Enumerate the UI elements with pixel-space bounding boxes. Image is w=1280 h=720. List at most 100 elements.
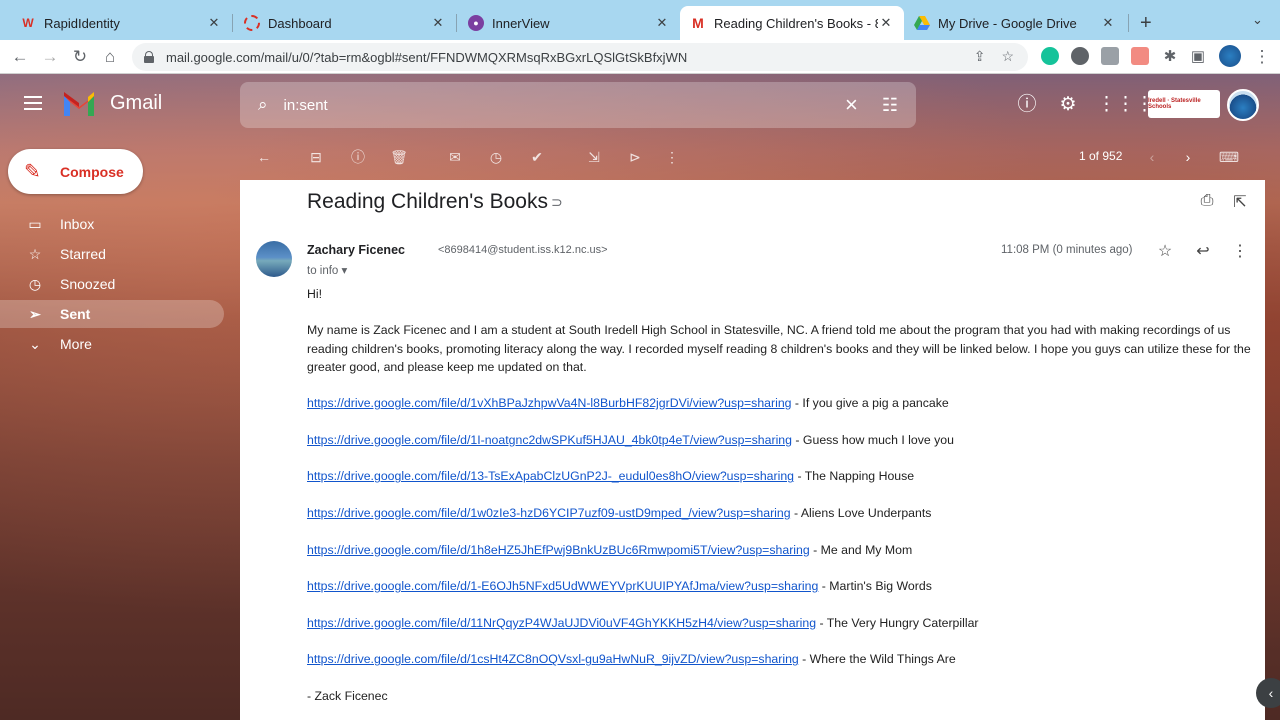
archive-icon[interactable]: ⊟ <box>307 148 325 166</box>
send-icon: ➢ <box>29 305 41 322</box>
mail-search-bar[interactable]: ⌕ in:sent × ☷ <box>240 82 916 128</box>
list-item: https://drive.google.com/file/d/11NrQqyz… <box>307 615 979 630</box>
list-item: https://drive.google.com/file/d/1csHt4ZC… <box>307 652 956 667</box>
extension-icon[interactable] <box>1101 47 1119 65</box>
sidebar-item-starred[interactable]: ☆ Starred <box>0 240 224 268</box>
star-icon: ☆ <box>28 245 42 262</box>
drive-link[interactable]: https://drive.google.com/file/d/1I-noatg… <box>307 433 792 447</box>
importance-marker-icon[interactable]: ⊃ <box>551 194 563 211</box>
intro-paragraph: My name is Zack Ficenec and I am a stude… <box>307 323 1251 374</box>
apps-grid-icon[interactable]: ⋮⋮⋮ <box>1097 93 1154 117</box>
gear-icon[interactable]: ⚙ <box>1056 93 1080 117</box>
recipients-toggle[interactable]: to info ▾ <box>307 263 347 277</box>
signature-text: - Zack Ficenec <box>307 688 388 703</box>
profile-avatar[interactable] <box>1219 45 1241 67</box>
clock-icon: ◷ <box>28 275 42 292</box>
close-tab-icon[interactable]: ✕ <box>1100 15 1116 31</box>
chevron-down-icon: ⌄ <box>29 335 41 352</box>
lock-icon <box>144 51 154 63</box>
tab-reading-childrens-books[interactable]: M Reading Children's Books - 86 ✕ <box>680 6 904 40</box>
gmail-logo[interactable]: Gmail <box>62 90 162 116</box>
newer-chevron-icon[interactable]: ‹ <box>1143 148 1161 166</box>
back-button[interactable]: ← <box>8 45 32 69</box>
older-chevron-icon[interactable]: › <box>1179 148 1197 166</box>
message-body: Hi! My name is Zack Ficenec and I am a s… <box>307 285 1252 705</box>
search-icon[interactable]: ⌕ <box>258 95 268 115</box>
close-tab-icon[interactable]: ✕ <box>878 15 894 31</box>
more-vertical-icon[interactable]: ⋮ <box>1230 241 1250 261</box>
inbox-icon: ▭ <box>28 215 42 232</box>
clear-search-icon[interactable]: × <box>845 92 858 118</box>
bookmark-star-icon[interactable]: ☆ <box>1001 48 1014 65</box>
back-arrow-icon[interactable]: ← <box>255 148 273 166</box>
snooze-icon[interactable]: ◷ <box>487 148 505 166</box>
message-subject: Reading Children's Books <box>307 190 548 213</box>
reload-button[interactable]: ↻ <box>68 45 92 69</box>
forward-button[interactable]: → <box>38 45 62 69</box>
share-icon[interactable]: ⇪ <box>974 48 986 65</box>
browser-toolbar: ← → ↻ ⌂ mail.google.com/mail/u/0/?tab=rm… <box>0 40 1280 74</box>
tab-rapididentity[interactable]: W RapidIdentity ✕ <box>10 6 232 40</box>
tab-innerview[interactable]: ● InnerView ✕ <box>458 6 680 40</box>
drive-link[interactable]: https://drive.google.com/file/d/1h8eHZ5J… <box>307 543 810 557</box>
reply-icon[interactable]: ↩ <box>1193 241 1213 261</box>
message-timestamp: 11:08 PM (0 minutes ago) <box>1001 244 1133 256</box>
extension-icon[interactable] <box>1131 47 1149 65</box>
gmail-m-icon <box>64 92 94 116</box>
sender-avatar <box>256 241 292 277</box>
search-options-icon[interactable]: ☷ <box>882 95 898 116</box>
address-bar[interactable]: mail.google.com/mail/u/0/?tab=rm&ogbl#se… <box>132 43 1028 71</box>
chevron-down-icon: ▾ <box>341 265 348 277</box>
sidebar-item-inbox[interactable]: ▭ Inbox <box>0 210 224 238</box>
message-panel: Reading Children's Books ⊃ ⎙ ⇱ Zachary F… <box>240 180 1265 720</box>
tab-dashboard[interactable]: Dashboard ✕ <box>234 6 456 40</box>
keyboard-icon[interactable]: ⌨ <box>1216 148 1242 166</box>
search-input[interactable]: in:sent <box>284 97 845 114</box>
list-item: https://drive.google.com/file/d/13-TsExA… <box>307 469 915 484</box>
extensions-puzzle-icon[interactable]: ✱ <box>1158 45 1182 69</box>
star-icon[interactable]: ☆ <box>1155 241 1175 261</box>
tab-search-icon[interactable]: ⌄ <box>1252 12 1263 28</box>
label-icon[interactable]: ⊳ <box>626 148 644 166</box>
account-avatar[interactable] <box>1227 89 1259 121</box>
print-icon[interactable]: ⎙ <box>1197 192 1217 212</box>
sidebar-item-more[interactable]: ⌄ More <box>0 330 224 358</box>
gmail-icon: M <box>692 15 704 31</box>
drive-link[interactable]: https://drive.google.com/file/d/1-E6OJh5… <box>307 579 818 593</box>
pencil-icon: ✎ <box>24 161 41 183</box>
home-button[interactable]: ⌂ <box>98 45 122 69</box>
close-tab-icon[interactable]: ✕ <box>206 15 222 31</box>
sidebar-item-sent[interactable]: ➢ Sent <box>0 300 224 328</box>
open-new-window-icon[interactable]: ⇱ <box>1230 192 1250 212</box>
main-menu-icon[interactable] <box>24 96 42 114</box>
list-item: https://drive.google.com/file/d/1h8eHZ5J… <box>307 542 913 557</box>
tab-google-drive[interactable]: My Drive - Google Drive ✕ <box>904 6 1126 40</box>
new-tab-button[interactable]: + <box>1140 12 1152 35</box>
rapididentity-icon: W <box>22 16 34 30</box>
drive-link[interactable]: https://drive.google.com/file/d/1w0zIe3-… <box>307 506 791 520</box>
close-tab-icon[interactable]: ✕ <box>654 15 670 31</box>
organization-logo[interactable]: Iredell · Statesville Schools <box>1148 90 1220 118</box>
drive-link[interactable]: https://drive.google.com/file/d/11NrQqyz… <box>307 616 816 630</box>
drive-link[interactable]: https://drive.google.com/file/d/13-TsExA… <box>307 469 794 483</box>
close-tab-icon[interactable]: ✕ <box>430 15 446 31</box>
extension-icon[interactable] <box>1071 47 1089 65</box>
drive-link[interactable]: https://drive.google.com/file/d/1vXhBPaJ… <box>307 396 792 410</box>
add-task-icon[interactable]: ✔ <box>528 148 546 166</box>
list-item: https://drive.google.com/file/d/1I-noatg… <box>307 432 954 447</box>
mark-unread-icon[interactable]: ✉ <box>446 148 464 166</box>
innerview-icon: ● <box>468 15 484 31</box>
sidebar-item-snoozed[interactable]: ◷ Snoozed <box>0 270 224 298</box>
side-panel-toggle-icon[interactable]: ‹ <box>1256 678 1280 708</box>
help-icon[interactable]: ⓘ <box>1015 93 1039 117</box>
dashboard-icon <box>244 15 260 31</box>
browser-menu-icon[interactable]: ⋮ <box>1250 45 1274 69</box>
side-panel-icon[interactable]: ▣ <box>1186 45 1210 69</box>
drive-link[interactable]: https://drive.google.com/file/d/1csHt4ZC… <box>307 652 799 666</box>
report-spam-icon[interactable]: ⓘ <box>349 148 367 166</box>
grammarly-extension-icon[interactable] <box>1041 47 1059 65</box>
compose-button[interactable]: ✎ Compose <box>8 149 143 194</box>
move-to-icon[interactable]: ⇲ <box>585 148 603 166</box>
more-vertical-icon[interactable]: ⋮ <box>663 148 681 166</box>
trash-icon[interactable]: 🗑 <box>390 148 408 166</box>
